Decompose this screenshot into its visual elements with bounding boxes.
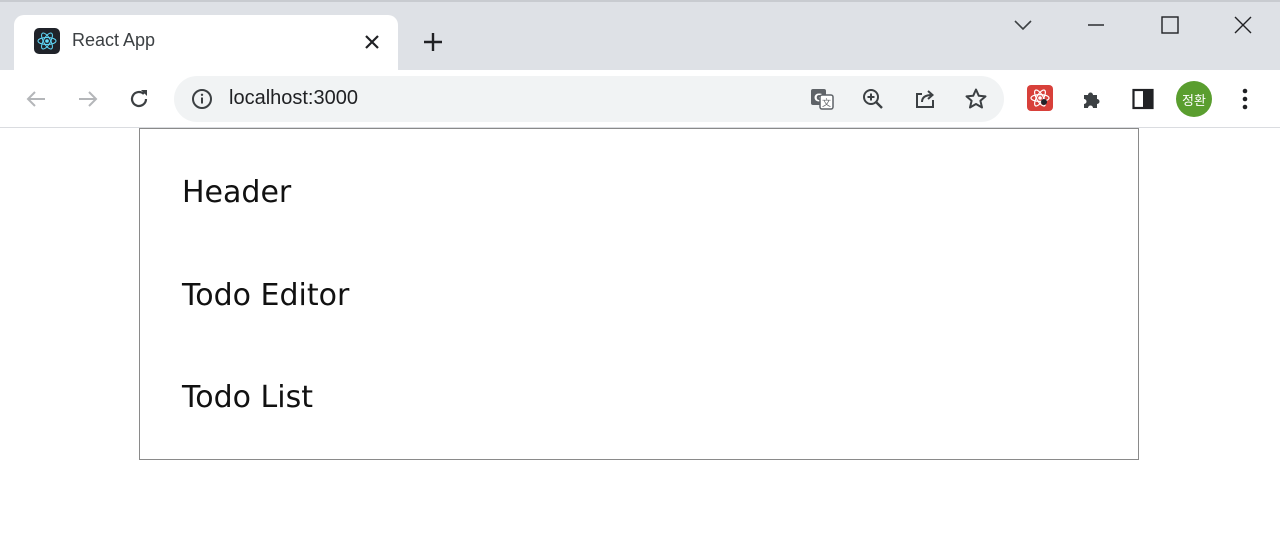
page-viewport: Header Todo Editor Todo List: [0, 128, 1280, 553]
todo-editor-section: Todo Editor: [182, 278, 350, 313]
url-text[interactable]: localhost:3000: [229, 87, 358, 110]
tab-strip: React App: [0, 0, 1280, 70]
kebab-menu-icon[interactable]: [1228, 82, 1262, 116]
todo-list-section: Todo List: [182, 380, 313, 415]
back-arrow-icon[interactable]: [19, 82, 53, 116]
star-icon[interactable]: [961, 84, 991, 114]
minimize-icon[interactable]: [1078, 8, 1114, 42]
zoom-in-icon[interactable]: [858, 84, 888, 114]
header-section: Header: [182, 175, 292, 210]
address-bar[interactable]: localhost:3000 G 文: [174, 76, 1004, 122]
react-favicon-icon: [34, 28, 60, 54]
info-icon[interactable]: [190, 87, 214, 111]
window-close-icon[interactable]: [1225, 8, 1261, 42]
puzzle-icon[interactable]: [1075, 82, 1109, 116]
share-icon[interactable]: [910, 84, 940, 114]
tab-close-icon[interactable]: [360, 30, 384, 54]
browser-toolbar: localhost:3000 G 文 정환: [0, 70, 1280, 128]
maximize-icon[interactable]: [1152, 8, 1188, 42]
chevron-down-icon[interactable]: [1005, 8, 1041, 42]
browser-tab[interactable]: React App: [14, 15, 398, 70]
react-devtools-icon[interactable]: [1027, 85, 1053, 111]
profile-avatar[interactable]: 정환: [1176, 81, 1212, 117]
svg-text:文: 文: [822, 97, 831, 109]
reload-icon[interactable]: [122, 82, 156, 116]
side-panel-icon[interactable]: [1126, 82, 1160, 116]
tab-title: React App: [72, 30, 156, 50]
app-container: Header Todo Editor Todo List: [139, 128, 1139, 460]
new-tab-plus-icon[interactable]: [418, 27, 448, 57]
translate-icon[interactable]: G 文: [807, 84, 837, 114]
forward-arrow-icon[interactable]: [71, 82, 105, 116]
